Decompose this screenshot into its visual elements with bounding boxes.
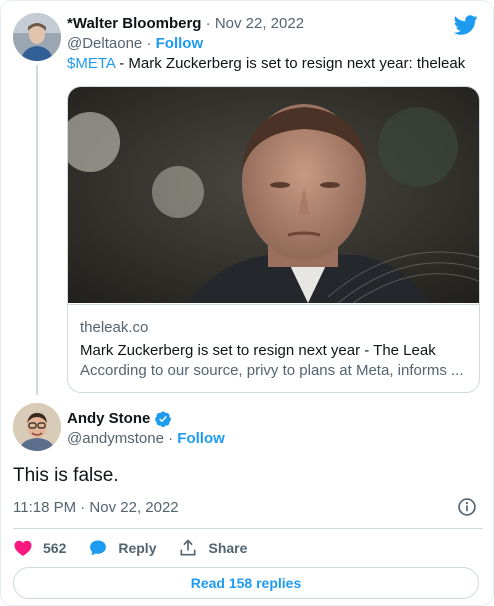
info-icon[interactable]: [457, 497, 477, 517]
separator-dot: ·: [146, 35, 152, 52]
share-upload-icon: [180, 539, 196, 556]
author-handle[interactable]: @andymstone: [67, 430, 164, 447]
divider: [13, 528, 483, 529]
tweet-text: This is false.: [13, 465, 119, 486]
link-preview-card[interactable]: theleak.co Mark Zuckerberg is set to res…: [67, 86, 480, 393]
like-count: 562: [43, 540, 67, 556]
reply-label: Reply: [118, 540, 157, 556]
author-handle-row: @andymstone · Follow: [67, 429, 225, 449]
tweet-embed-card: *Walter Bloomberg · Nov 22, 2022 @Deltao…: [0, 0, 494, 606]
author-name[interactable]: Andy Stone: [67, 409, 150, 429]
quoted-handle-row: @Deltaone · Follow: [67, 34, 203, 54]
link-title: Mark Zuckerberg is set to resign next ye…: [80, 342, 436, 359]
tweet-actions: 562 Reply Share: [13, 536, 269, 560]
quoted-tweet-body: - Mark Zuckerberg is set to resign next …: [115, 55, 466, 72]
verified-badge-icon: [155, 411, 172, 428]
share-button[interactable]: Share: [178, 538, 247, 558]
quoted-author-name[interactable]: *Walter Bloomberg: [67, 15, 201, 32]
thread-line: [36, 65, 38, 395]
link-domain: theleak.co: [80, 319, 149, 336]
quoted-tweet-text: $META - Mark Zuckerberg is set to resign…: [67, 54, 465, 74]
tweet-timestamp[interactable]: 11:18 PM · Nov 22, 2022: [13, 498, 179, 518]
quoted-author-avatar[interactable]: [13, 13, 61, 61]
follow-button-quoted[interactable]: Follow: [156, 35, 204, 52]
twitter-bird-icon[interactable]: [454, 13, 478, 37]
heart-icon: [14, 540, 32, 556]
speech-bubble-icon: [90, 540, 107, 556]
author-avatar[interactable]: [13, 403, 61, 451]
separator-dot: ·: [168, 430, 174, 447]
separator-dot: ·: [205, 15, 211, 32]
link-preview-meta: theleak.co Mark Zuckerberg is set to res…: [68, 304, 479, 392]
cashtag-link[interactable]: $META: [67, 55, 115, 72]
quoted-author-handle[interactable]: @Deltaone: [67, 35, 142, 52]
like-button[interactable]: 562: [13, 538, 66, 558]
reply-button[interactable]: Reply: [88, 538, 156, 558]
link-preview-image: [68, 87, 479, 303]
link-description: According to our source, privy to plans …: [80, 362, 464, 379]
follow-button[interactable]: Follow: [177, 430, 225, 447]
share-label: Share: [208, 540, 248, 556]
read-replies-button[interactable]: Read 158 replies: [13, 567, 479, 599]
author-name-row: Andy Stone: [67, 409, 172, 429]
quoted-tweet-date[interactable]: Nov 22, 2022: [215, 15, 304, 32]
quoted-tweet-header: *Walter Bloomberg · Nov 22, 2022: [67, 14, 304, 34]
